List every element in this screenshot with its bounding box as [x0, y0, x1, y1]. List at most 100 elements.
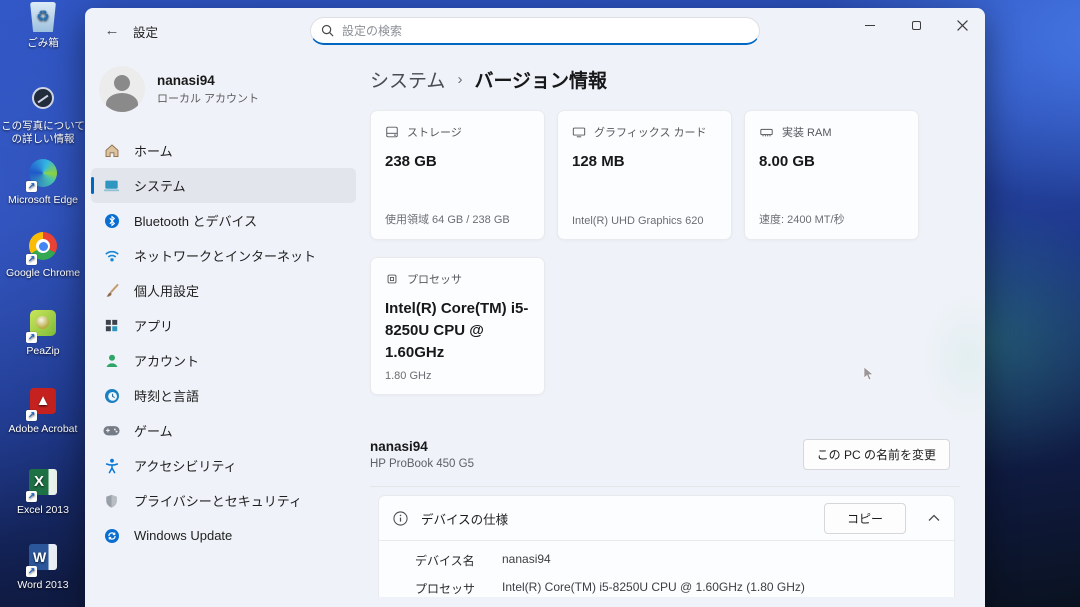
shortcut-arrow-icon: ↗	[26, 491, 37, 502]
sidebar-item-accounts[interactable]: アカウント	[91, 343, 356, 378]
breadcrumb: システム › バージョン情報	[370, 66, 960, 93]
page-title: バージョン情報	[474, 66, 607, 93]
desktop-icon-label: Word 2013	[0, 579, 86, 592]
account-type: ローカル アカウント	[157, 90, 259, 106]
desktop-icon-edge[interactable]: ↗ Microsoft Edge	[0, 157, 86, 207]
desktop-icon-label: Microsoft Edge	[0, 194, 86, 207]
card-label: ストレージ	[407, 124, 462, 140]
sidebar-item-privacy-security[interactable]: プライバシーとセキュリティ	[91, 483, 356, 518]
sidebar-item-label: Windows Update	[134, 528, 232, 543]
selection-accent-bar	[91, 177, 94, 194]
desktop-icon-chrome[interactable]: ↗ Google Chrome	[0, 230, 86, 280]
desktop-icon-label: この写真についての詳しい情報	[0, 120, 86, 146]
user-name: nanasi94	[157, 73, 259, 88]
sidebar-item-label: システム	[134, 176, 186, 195]
device-specs-table: デバイス名 nanasi94 プロセッサ Intel(R) Core(TM) i…	[379, 541, 954, 597]
gaming-icon	[103, 422, 120, 439]
minimize-button[interactable]	[847, 8, 893, 42]
window-controls	[847, 8, 985, 42]
cpu-icon	[385, 272, 399, 286]
sidebar-item-label: アプリ	[134, 316, 173, 335]
app-title: 設定	[133, 22, 158, 41]
main-content: システム › バージョン情報 ストレージ 238 GB 使用領域 64 GB /…	[370, 52, 960, 607]
sidebar-item-label: アクセシビリティ	[134, 456, 237, 475]
close-icon	[957, 20, 968, 31]
gpu-icon	[572, 125, 586, 139]
accessibility-icon	[103, 457, 120, 474]
desktop-icon-excel[interactable]: X ↗ Excel 2013	[0, 466, 86, 517]
home-icon	[103, 142, 120, 159]
search-box[interactable]	[310, 17, 760, 45]
card-value: 128 MB	[572, 151, 717, 173]
device-specs-expander: デバイスの仕様 コピー デバイス名 nanasi94 プロセッサ Intel(R…	[378, 495, 955, 597]
chevron-up-icon[interactable]	[928, 514, 940, 522]
spec-row-device-name: デバイス名 nanasi94	[415, 552, 940, 569]
device-name: nanasi94	[370, 439, 474, 454]
sidebar-item-home[interactable]: ホーム	[91, 133, 356, 168]
sidebar-item-windows-update[interactable]: Windows Update	[91, 518, 356, 553]
sidebar-item-label: プライバシーとセキュリティ	[134, 491, 302, 510]
sidebar-item-gaming[interactable]: ゲーム	[91, 413, 356, 448]
sidebar-item-accessibility[interactable]: アクセシビリティ	[91, 448, 356, 483]
rename-pc-button[interactable]: この PC の名前を変更	[803, 439, 950, 470]
desktop-icon-recycle-bin[interactable]: ♻ ごみ箱	[0, 1, 86, 50]
info-icon	[393, 511, 408, 526]
card-detail: Intel(R) UHD Graphics 620	[572, 215, 703, 227]
shortcut-arrow-icon: ↗	[26, 566, 37, 577]
back-button[interactable]: ←	[97, 19, 127, 43]
sidebar-item-network-internet[interactable]: ネットワークとインターネット	[91, 238, 356, 273]
privacy-shield-icon	[103, 492, 120, 509]
card-label: グラフィックス カード	[594, 124, 707, 140]
sidebar-item-apps[interactable]: アプリ	[91, 308, 356, 343]
card-value: 238 GB	[385, 151, 530, 173]
card-value: 8.00 GB	[759, 151, 904, 173]
sidebar-nav: ホーム システム Bluetooth とデバイス ネットワークとインターネッ	[91, 133, 356, 553]
spec-label: デバイス名	[415, 552, 502, 569]
back-arrow-icon: ←	[105, 22, 120, 39]
recycle-bin-icon: ♻	[30, 2, 56, 32]
device-model: HP ProBook 450 G5	[370, 458, 474, 470]
storage-icon	[385, 125, 399, 139]
shortcut-arrow-icon: ↗	[26, 181, 37, 192]
titlebar[interactable]: ← 設定	[85, 8, 985, 52]
sidebar-item-label: Bluetooth とデバイス	[134, 211, 257, 230]
desktop-icon-photo-info[interactable]: この写真についての詳しい情報	[0, 82, 86, 146]
shortcut-arrow-icon: ↗	[26, 410, 37, 421]
sidebar-item-system[interactable]: システム	[91, 168, 356, 203]
breadcrumb-parent[interactable]: システム	[370, 66, 445, 93]
desktop-icon-acrobat[interactable]: ▲ ↗ Adobe Acrobat	[0, 385, 86, 436]
shortcut-arrow-icon: ↗	[26, 254, 37, 265]
sidebar-item-label: 時刻と言語	[134, 386, 199, 405]
device-specs-header[interactable]: デバイスの仕様 コピー	[379, 496, 954, 540]
sidebar-item-bluetooth-devices[interactable]: Bluetooth とデバイス	[91, 203, 356, 238]
sidebar-item-personalization[interactable]: 個人用設定	[91, 273, 356, 308]
search-icon	[321, 24, 334, 37]
sidebar: nanasi94 ローカル アカウント ホーム システム	[85, 52, 370, 607]
breadcrumb-separator-icon: ›	[457, 71, 462, 88]
shortcut-arrow-icon: ↗	[26, 332, 37, 343]
bluetooth-icon	[103, 212, 120, 229]
settings-window: ← 設定 nanasi94 ローカル アカウント	[85, 8, 985, 607]
network-icon	[103, 247, 120, 264]
card-detail: 1.80 GHz	[385, 370, 431, 382]
maximize-icon	[912, 21, 921, 30]
personalization-icon	[103, 282, 120, 299]
time-language-icon	[103, 387, 120, 404]
copy-button[interactable]: コピー	[824, 503, 906, 534]
desktop-icon-peazip[interactable]: ↗ PeaZip	[0, 307, 86, 358]
user-profile[interactable]: nanasi94 ローカル アカウント	[99, 66, 259, 112]
search-input[interactable]	[342, 24, 749, 38]
maximize-button[interactable]	[893, 8, 939, 42]
system-icon	[103, 177, 120, 194]
accounts-icon	[103, 352, 120, 369]
device-name-section: nanasi94 HP ProBook 450 G5 この PC の名前を変更	[370, 439, 960, 470]
sidebar-item-label: ネットワークとインターネット	[134, 246, 316, 265]
storage-card: ストレージ 238 GB 使用領域 64 GB / 238 GB	[370, 110, 545, 240]
sidebar-item-time-language[interactable]: 時刻と言語	[91, 378, 356, 413]
desktop-icon-word[interactable]: W ↗ Word 2013	[0, 541, 86, 592]
close-button[interactable]	[939, 8, 985, 42]
apps-icon	[103, 317, 120, 334]
desktop-icon-label: Google Chrome	[0, 267, 86, 280]
processor-card: プロセッサ Intel(R) Core(TM) i5-8250U CPU @ 1…	[370, 257, 545, 395]
desktop-icon-label: Adobe Acrobat	[0, 423, 86, 436]
